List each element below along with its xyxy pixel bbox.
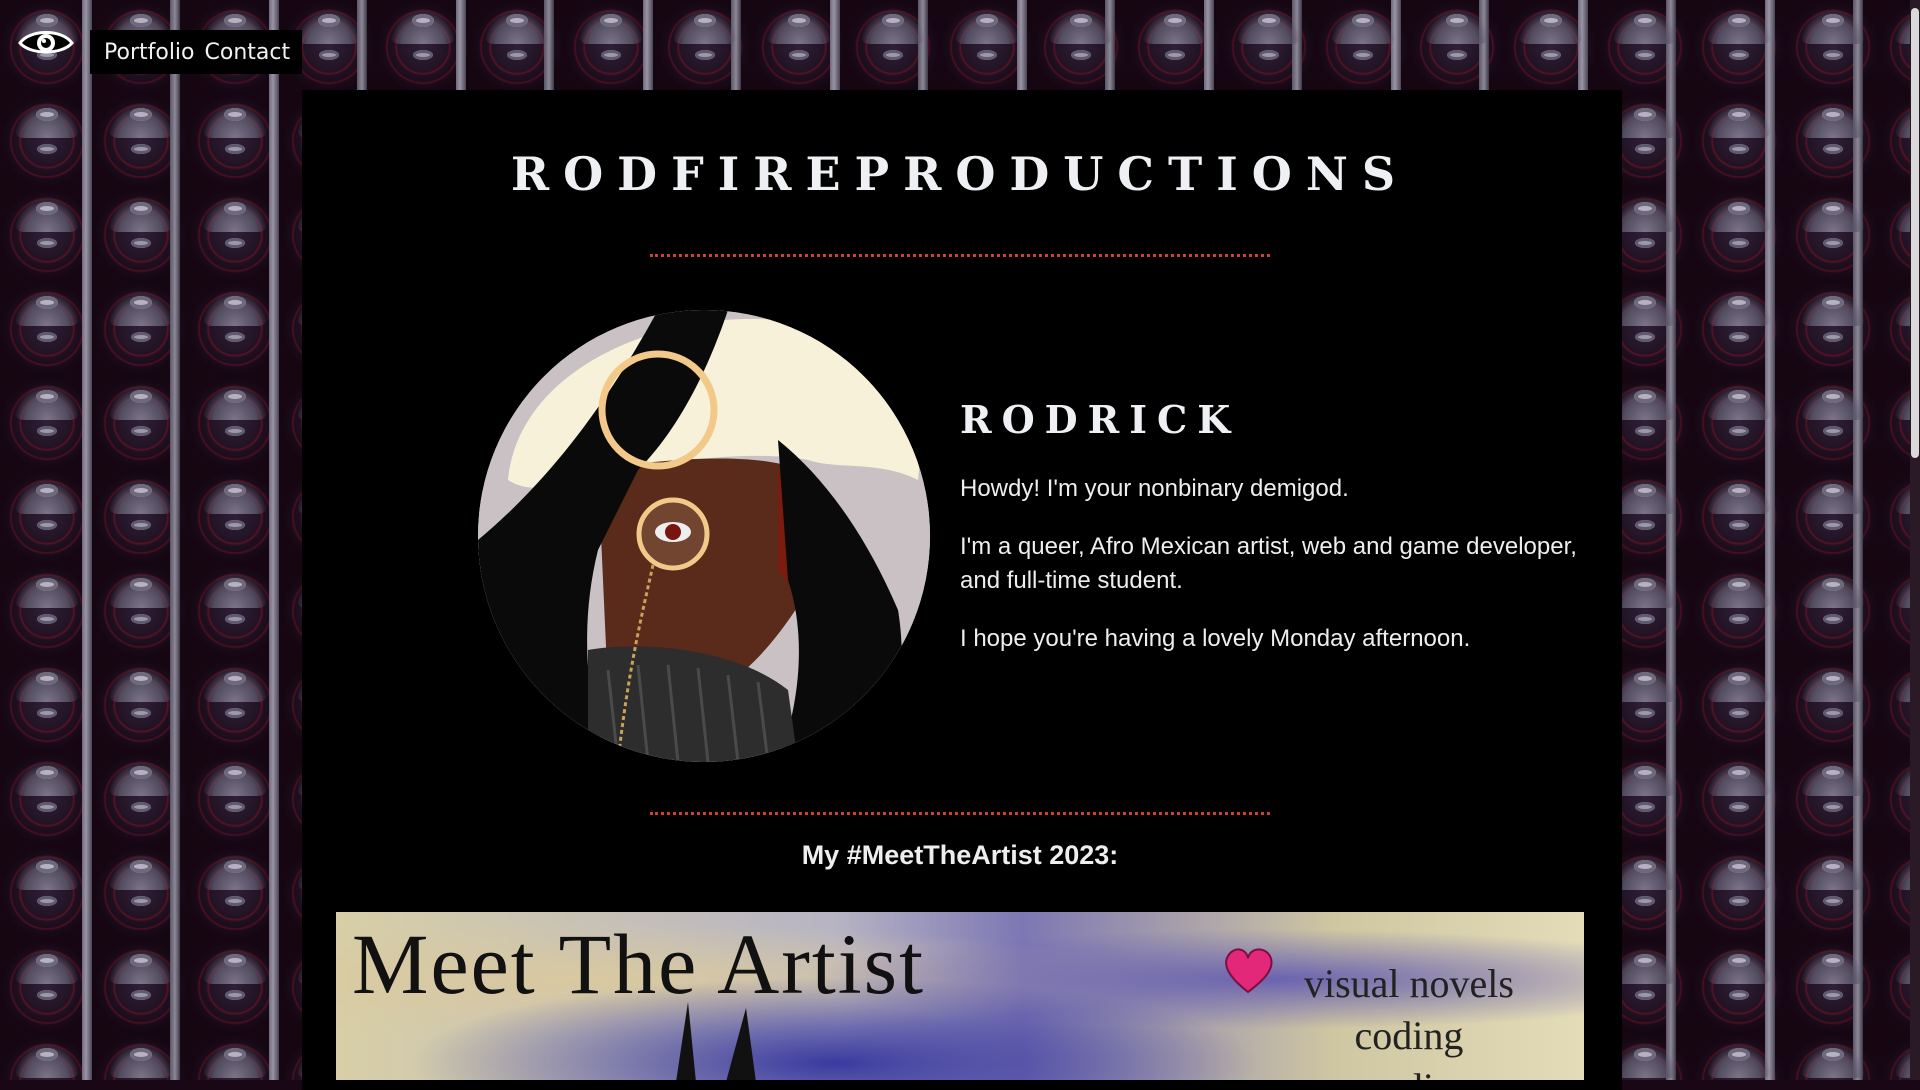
top-nav: Portfolio Contact bbox=[90, 30, 303, 74]
winged-eye-icon bbox=[0, 648, 94, 742]
winged-eye-icon bbox=[940, 0, 1034, 84]
winged-eye-icon bbox=[1222, 0, 1316, 84]
winged-eye-icon bbox=[1786, 366, 1880, 460]
winged-eye-icon bbox=[94, 742, 188, 836]
winged-eye-icon bbox=[188, 272, 282, 366]
winged-eye-icon bbox=[1034, 0, 1128, 84]
winged-eye-icon bbox=[1316, 0, 1410, 84]
winged-eye-icon bbox=[1692, 460, 1786, 554]
winged-eye-icon bbox=[0, 930, 94, 1024]
horns-drawing bbox=[676, 1002, 756, 1080]
meet-the-artist-list: visual novels coding readi... bbox=[1304, 958, 1514, 1080]
eye-logo-icon[interactable] bbox=[18, 26, 74, 58]
list-item: coding bbox=[1354, 1013, 1464, 1058]
winged-eye-icon bbox=[0, 460, 94, 554]
winged-eye-icon bbox=[1786, 0, 1880, 84]
bio-paragraph: I'm a queer, Afro Mexican artist, web an… bbox=[960, 533, 1577, 594]
winged-eye-icon bbox=[470, 0, 564, 84]
winged-eye-icon bbox=[564, 0, 658, 84]
avatar bbox=[478, 310, 930, 762]
winged-eye-icon bbox=[1692, 1024, 1786, 1080]
winged-eye-icon bbox=[1692, 742, 1786, 836]
winged-eye-icon bbox=[1786, 742, 1880, 836]
meet-the-artist-image-title: Meet The Artist bbox=[352, 916, 926, 1012]
winged-eye-icon bbox=[0, 272, 94, 366]
winged-eye-icon bbox=[1786, 272, 1880, 366]
winged-eye-icon bbox=[1692, 648, 1786, 742]
scrollbar-thumb[interactable] bbox=[1911, 8, 1919, 458]
winged-eye-icon bbox=[1786, 460, 1880, 554]
avatar-illustration bbox=[478, 310, 930, 762]
bio-paragraph: I hope you're having a lovely Monday aft… bbox=[960, 625, 1471, 652]
winged-eye-icon bbox=[0, 1024, 94, 1080]
winged-eye-icon bbox=[0, 742, 94, 836]
winged-eye-icon bbox=[188, 648, 282, 742]
list-item: readi... bbox=[1304, 1062, 1514, 1080]
winged-eye-icon bbox=[94, 460, 188, 554]
divider-bottom bbox=[650, 812, 1270, 815]
winged-eye-icon bbox=[188, 1024, 282, 1080]
winged-eye-icon bbox=[188, 742, 282, 836]
winged-eye-icon bbox=[1598, 0, 1692, 84]
winged-eye-icon bbox=[1692, 0, 1786, 84]
winged-eye-icon bbox=[1786, 554, 1880, 648]
winged-eye-icon bbox=[1692, 554, 1786, 648]
winged-eye-icon bbox=[1786, 648, 1880, 742]
winged-eye-icon bbox=[0, 554, 94, 648]
meet-the-artist-image: Meet The Artist visual novels coding rea… bbox=[336, 912, 1584, 1080]
bio-paragraph: Howdy! I'm your nonbinary demigod. bbox=[960, 475, 1349, 502]
winged-eye-icon bbox=[658, 0, 752, 84]
site-title: RODFIREPRODUCTIONS bbox=[510, 128, 1410, 206]
nav-link-portfolio[interactable]: Portfolio bbox=[104, 40, 195, 65]
winged-eye-icon bbox=[94, 1024, 188, 1080]
heart-icon bbox=[1225, 948, 1273, 994]
scrollbar[interactable] bbox=[1910, 0, 1920, 1080]
winged-eye-icon bbox=[1692, 930, 1786, 1024]
winged-eye-icon bbox=[1786, 1024, 1880, 1080]
winged-eye-icon bbox=[846, 0, 940, 84]
winged-eye-icon bbox=[752, 0, 846, 84]
winged-eye-icon bbox=[188, 554, 282, 648]
winged-eye-icon bbox=[188, 366, 282, 460]
winged-eye-icon bbox=[1504, 0, 1598, 84]
winged-eye-icon bbox=[0, 366, 94, 460]
winged-eye-icon bbox=[94, 272, 188, 366]
winged-eye-icon bbox=[1692, 272, 1786, 366]
nav-link-contact[interactable]: Contact bbox=[205, 40, 291, 65]
profile-name: RODRICK bbox=[960, 382, 1241, 446]
winged-eye-icon bbox=[94, 554, 188, 648]
winged-eye-icon bbox=[1410, 0, 1504, 84]
divider-top bbox=[650, 254, 1270, 257]
winged-eye-icon bbox=[94, 930, 188, 1024]
winged-eye-icon bbox=[376, 0, 470, 84]
winged-eye-icon bbox=[1692, 366, 1786, 460]
winged-eye-icon bbox=[94, 648, 188, 742]
winged-eye-icon bbox=[94, 366, 188, 460]
winged-eye-icon bbox=[188, 930, 282, 1024]
winged-eye-icon bbox=[1786, 930, 1880, 1024]
profile-bio: Howdy! I'm your nonbinary demigod. I'm a… bbox=[960, 472, 1590, 680]
meet-the-artist-heading: My #MeetTheArtist 2023: bbox=[801, 840, 1119, 870]
winged-eye-icon bbox=[1128, 0, 1222, 84]
winged-eye-icon bbox=[188, 460, 282, 554]
list-item: visual novels bbox=[1304, 961, 1514, 1006]
